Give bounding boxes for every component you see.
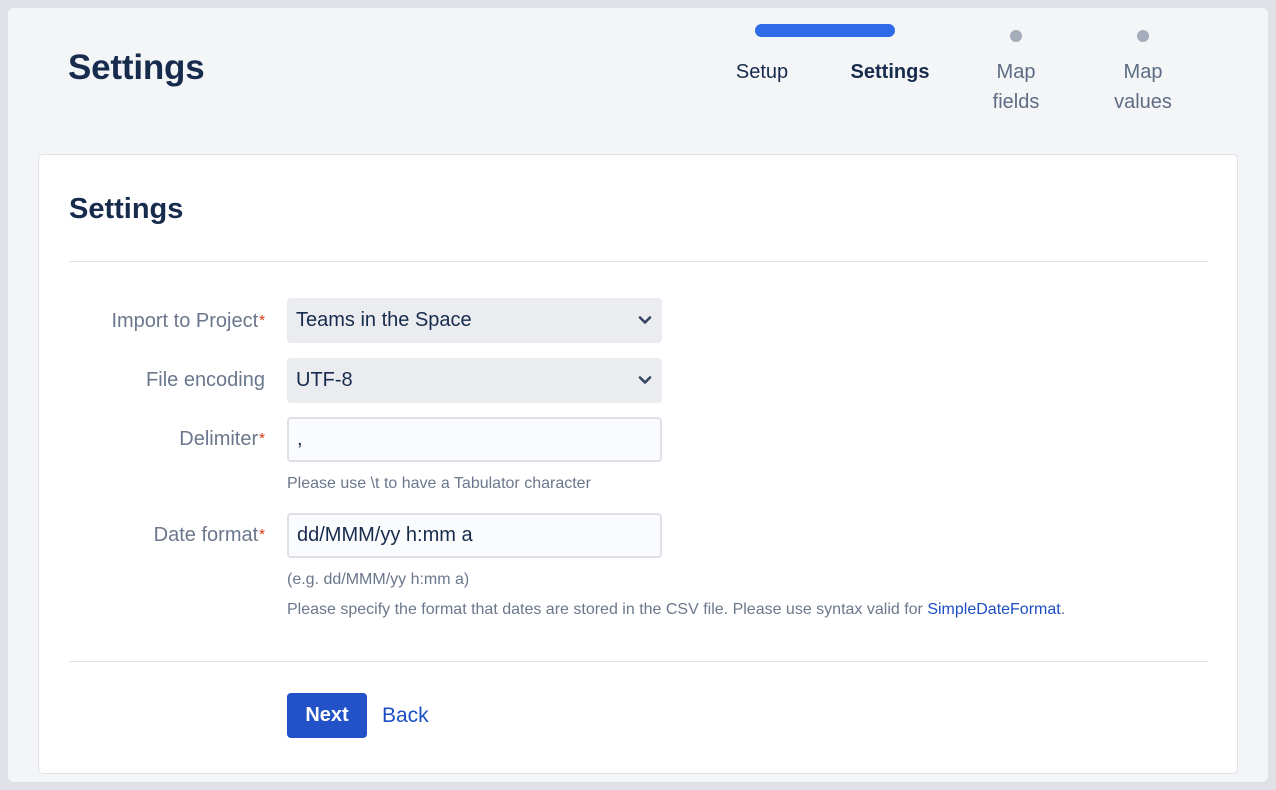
project-label: Import to Project* [111,310,265,333]
required-indicator: * [259,312,265,329]
delimiter-help-text: Please use \t to have a Tabulator charac… [287,475,591,492]
delimiter-label-text: Delimiter [179,428,259,450]
project-select-value: Teams in the Space [296,309,472,331]
date-format-input-value: dd/MMM/yy h:mm a [297,524,473,546]
next-button[interactable]: Next [287,693,367,738]
encoding-label: File encoding [146,369,265,392]
required-indicator: * [259,430,265,447]
date-format-input[interactable]: dd/MMM/yy h:mm a [287,513,662,558]
step-dot-icon [1137,30,1149,42]
date-format-help-text: Please specify the format that dates are… [287,601,1065,619]
delimiter-input[interactable]: , [287,417,662,462]
project-select[interactable]: Teams in the Space [287,298,662,343]
delimiter-input-value: , [297,428,303,450]
footer-divider [69,661,1208,662]
chevron-down-icon [638,315,652,324]
encoding-select[interactable]: UTF-8 [287,358,662,403]
progress-step-label: Map values [1114,61,1172,113]
project-label-text: Import to Project [111,310,259,332]
date-format-label: Date format* [154,524,265,547]
required-indicator: * [259,526,265,543]
progress-step-label: Map fields [992,61,1040,113]
card-title: Settings [69,193,184,225]
header-divider [69,261,1208,262]
date-format-label-text: Date format [153,524,259,546]
encoding-select-value: UTF-8 [296,369,353,391]
back-link[interactable]: Back [382,693,429,738]
page-frame: Settings Setup Settings Map fields Map v… [8,8,1268,782]
progress-step-label: Setup [735,61,789,83]
delimiter-label: Delimiter* [179,428,265,451]
step-dot-icon [1010,30,1022,42]
date-format-example: (e.g. dd/MMM/yy h:mm a) [287,571,470,588]
progress-completed-bar [755,24,895,37]
encoding-label-text: File encoding [146,369,265,391]
chevron-down-icon [638,375,652,384]
progress-tracker: Setup Settings Map fields Map values [8,8,1268,148]
progress-step-label: Settings [850,61,930,83]
settings-card: Settings Import to Project* Teams in the… [38,154,1238,774]
simpledateformat-link[interactable]: SimpleDateFormat [927,601,1060,618]
help-text-suffix: . [1060,601,1066,618]
help-text: Please specify the format that dates are… [287,601,928,618]
